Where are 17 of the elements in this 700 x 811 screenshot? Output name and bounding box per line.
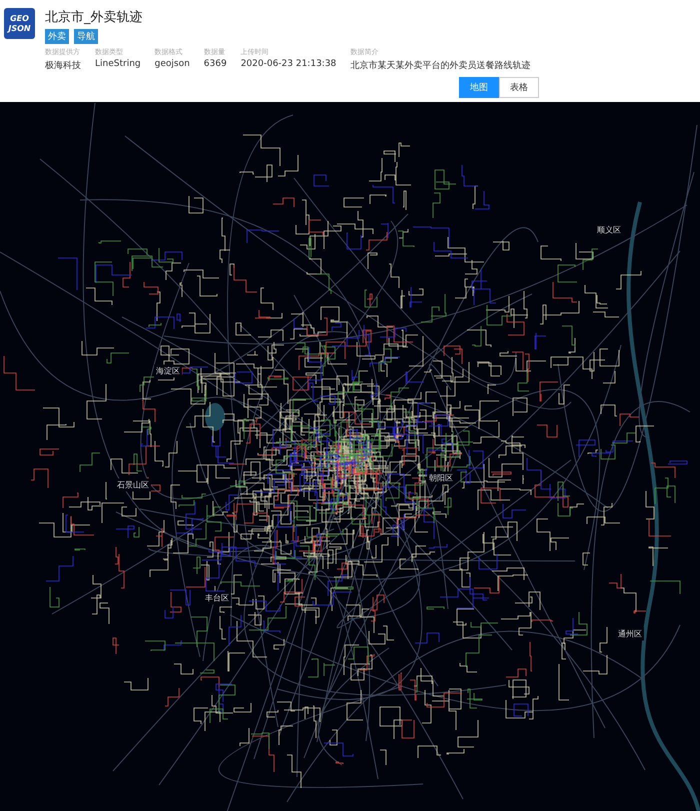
meta-value: 极海科技 bbox=[45, 60, 81, 72]
district-label: 石景山区 bbox=[115, 478, 151, 492]
tag: 导航 bbox=[74, 29, 98, 44]
dataset-title: 北京市_外卖轨迹 bbox=[45, 9, 144, 26]
district-label: 海淀区 bbox=[154, 364, 182, 378]
meta-value: 6369 bbox=[204, 59, 227, 69]
geojson-logo: GEO JSON bbox=[4, 8, 35, 39]
meta-value: geojson bbox=[154, 59, 190, 69]
district-label: 丰台区 bbox=[203, 592, 231, 605]
view-toggle-button[interactable]: 表格 bbox=[499, 77, 539, 98]
tag: 外卖 bbox=[45, 29, 69, 44]
meta-value: 2020-06-23 21:13:38 bbox=[240, 59, 336, 69]
meta-value: LineString bbox=[95, 59, 141, 69]
district-label: 顺义区 bbox=[595, 223, 623, 236]
meta-value: 北京市某天某外卖平台的外卖员送餐路线轨迹 bbox=[350, 60, 530, 72]
district-label: 朝阳区 bbox=[427, 471, 455, 484]
district-label: 通州区 bbox=[616, 627, 644, 640]
